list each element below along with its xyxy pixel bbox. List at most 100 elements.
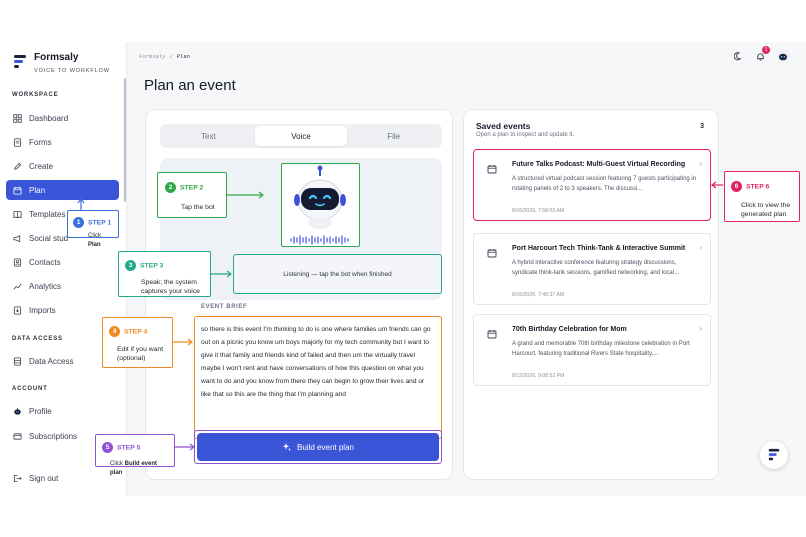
listening-status: Listening — tap the bot when finished (233, 254, 442, 294)
moon-icon (733, 51, 742, 60)
import-icon (13, 305, 22, 315)
sidebar-item-dashboard[interactable]: Dashboard (6, 108, 119, 128)
step-3-number: 3 (125, 260, 136, 272)
robot-mascot-icon (294, 165, 346, 229)
tab-text[interactable]: Text (162, 126, 255, 146)
chevron-right-icon: › (699, 159, 702, 168)
sidebar-item-label: Templates (29, 209, 66, 219)
step-5-callout: 5 STEP 5 Click Build event plan (95, 434, 175, 476)
assistant-fab-button[interactable] (760, 441, 788, 469)
step-3-label: STEP 3 (140, 262, 164, 270)
saved-event-description: A hybrid interactive conference featurin… (512, 260, 680, 276)
input-mode-tabs: Text Voice File (160, 124, 442, 148)
sidebar-item-analytics[interactable]: Analytics (6, 276, 119, 296)
step-2-label: STEP 2 (180, 184, 204, 192)
saved-events-count: 3 (700, 123, 704, 130)
megaphone-icon (13, 234, 21, 242)
saved-event-title: 70th Birthday Celebration for Mom (512, 326, 627, 333)
voice-waveform-icon (290, 235, 349, 245)
sidebar-item-label: Plan (29, 185, 46, 195)
step-1-bold: Plan (88, 242, 101, 248)
breadcrumb-current: Plan (176, 53, 190, 60)
breadcrumb-separator: / (169, 53, 173, 60)
sidebar-item-forms[interactable]: Forms (6, 132, 119, 152)
saved-event-item[interactable]: Port Harcourt Tech Think-Tank & Interact… (473, 233, 711, 305)
step-4-number: 4 (109, 326, 120, 338)
sidebar-item-label: Profile (29, 406, 52, 416)
step-2-text: Tap the bot (181, 204, 215, 211)
step-1-callout: 1 STEP 1 Click Plan (67, 210, 119, 248)
saved-event-item[interactable]: Future Talks Podcast: Multi-Guest Virtua… (473, 149, 711, 221)
step-3-callout: 3 STEP 3 Speak; the system captures your … (118, 251, 211, 297)
sidebar-item-label: Contacts (29, 257, 61, 267)
step-1-label: STEP 1 (88, 219, 112, 227)
database-icon (13, 356, 22, 366)
saved-event-description: A structured virtual podcast session fea… (512, 176, 697, 192)
brand[interactable]: Formsaly VOICE TO WORKFLOW (12, 52, 110, 74)
contacts-icon (13, 257, 22, 267)
book-icon (13, 210, 22, 218)
build-event-plan-wrap: Build event plan (194, 430, 442, 464)
step-5-label: STEP 5 (117, 444, 141, 452)
tab-file[interactable]: File (347, 126, 440, 146)
saved-event-item[interactable]: 70th Birthday Celebration for Mom A gran… (473, 314, 711, 386)
build-event-plan-label: Build event plan (297, 442, 354, 452)
sidebar-item-create[interactable]: Create (6, 156, 119, 176)
chevron-right-icon: › (699, 324, 702, 333)
app-window: Formsaly VOICE TO WORKFLOW WORKSPACE Das… (0, 42, 806, 496)
saved-event-description: A grand and memorable 70th birthday mile… (512, 341, 690, 357)
step-4-callout: 4 STEP 4 Edit if you want (optional) (102, 317, 173, 368)
section-label-workspace: WORKSPACE (12, 92, 59, 98)
bot-icon (14, 407, 21, 415)
chevron-right-icon: › (699, 243, 702, 252)
sidebar-item-label: Forms (29, 137, 52, 147)
brand-name: Formsaly (34, 52, 79, 63)
step-4-text: Edit if you want (optional) (117, 346, 164, 362)
theme-toggle-button[interactable] (732, 50, 744, 62)
sidebar-scrollbar[interactable] (124, 78, 126, 202)
calendar-icon (13, 186, 22, 195)
topbar-actions: 1 (732, 46, 790, 63)
breadcrumb-root[interactable]: Formsaly (139, 53, 165, 60)
sidebar: Formsaly VOICE TO WORKFLOW WORKSPACE Das… (0, 42, 127, 496)
step-6-number: 6 (731, 181, 742, 193)
notifications-button[interactable]: 1 (754, 46, 770, 62)
step-3-text: Speak; the system captures your voice (141, 279, 200, 295)
calendar-icon (487, 330, 497, 339)
pen-icon (14, 162, 22, 170)
step-2-callout: 2 STEP 2 Tap the bot (157, 172, 227, 218)
bot-avatar-icon (776, 49, 790, 63)
saved-event-date: 8/16/2026, 7:58:03 AM (512, 208, 565, 214)
sidebar-item-profile[interactable]: Profile (6, 401, 119, 421)
sidebar-item-label: Analytics (29, 281, 62, 291)
voice-bot-button[interactable] (281, 163, 360, 247)
saved-events-card: Saved events Open a plan to inspect and … (463, 109, 719, 480)
event-brief-textarea[interactable]: so there is this event I'm thinking to d… (194, 316, 442, 439)
event-brief-label: EVENT BRIEF (201, 304, 248, 310)
breadcrumb: Formsaly / Plan (139, 53, 190, 60)
step-5-number: 5 (102, 442, 113, 454)
card-icon (13, 432, 22, 440)
forms-icon (13, 137, 22, 147)
step-4-label: STEP 4 (124, 328, 148, 336)
dashboard-icon (13, 113, 22, 123)
sidebar-item-plan[interactable]: Plan (6, 180, 119, 200)
brand-tagline: VOICE TO WORKFLOW (34, 68, 110, 74)
sidebar-item-label: Social stud (29, 233, 69, 243)
tab-voice[interactable]: Voice (254, 126, 348, 146)
sidebar-item-contacts[interactable]: Contacts (6, 252, 119, 272)
section-label-data-access: DATA ACCESS (12, 336, 63, 342)
step-6-text: Click to view the generated plan (741, 202, 791, 218)
step-6-label: STEP 6 (746, 183, 770, 191)
calendar-icon (487, 249, 497, 258)
calendar-icon (487, 165, 497, 174)
sparkle-icon (282, 443, 292, 451)
avatar[interactable] (776, 49, 790, 63)
sidebar-item-label: Create (29, 161, 54, 171)
sidebar-item-label: Imports (29, 305, 56, 315)
saved-event-title: Port Harcourt Tech Think-Tank & Interact… (512, 245, 686, 252)
sidebar-item-label: Data Access (29, 356, 74, 366)
chart-icon (13, 283, 22, 289)
step-5-text: Click (110, 461, 125, 467)
build-event-plan-button[interactable]: Build event plan (197, 433, 439, 461)
